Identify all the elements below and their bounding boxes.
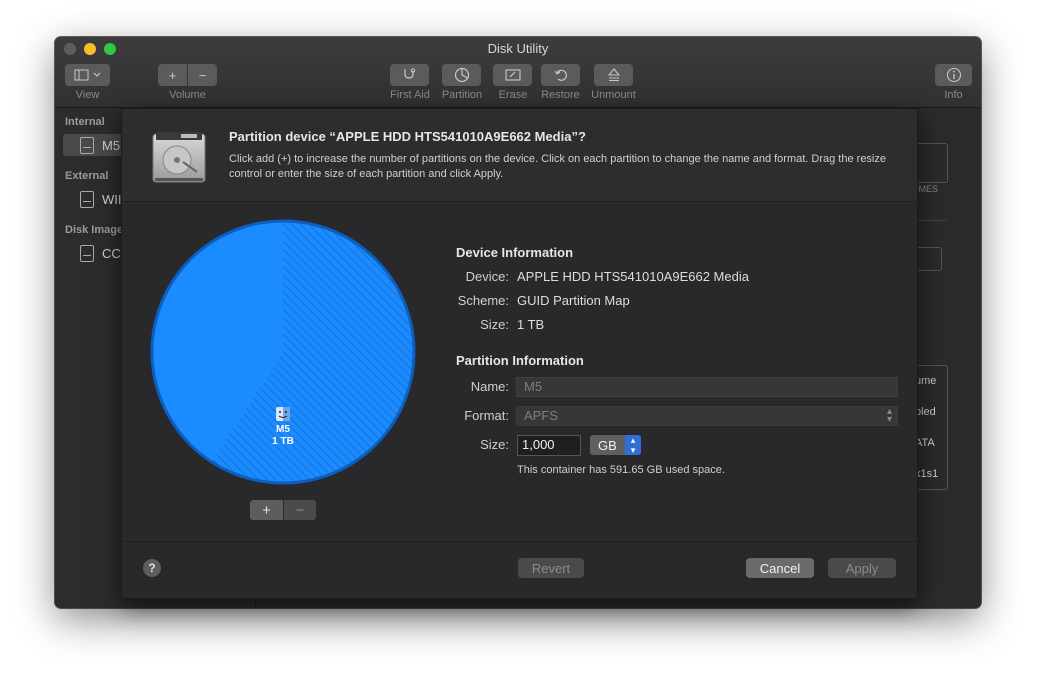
hard-drive-icon — [151, 128, 207, 186]
restore-button[interactable] — [541, 64, 580, 86]
device-size-label: Size: — [480, 317, 509, 332]
plus-icon: + — [168, 67, 177, 83]
help-button[interactable]: ? — [143, 559, 161, 577]
sidebar-item-external[interactable]: WII — [63, 188, 122, 210]
disk-icon — [80, 136, 94, 154]
sidebar-item-label: WII — [102, 191, 122, 207]
info-row-type: ume — [915, 375, 937, 387]
sidebar-header-external: External — [65, 170, 109, 182]
revert-button[interactable]: Revert — [518, 558, 584, 578]
minus-icon: − — [295, 501, 305, 519]
toolbar: Disk Utility View + − Volume First Aid P… — [55, 37, 981, 108]
first-aid-label: First Aid — [390, 89, 430, 101]
stethoscope-icon — [402, 68, 418, 82]
info-button[interactable] — [935, 64, 972, 86]
eject-icon — [607, 68, 620, 82]
device-label: Device: — [465, 269, 509, 284]
updown-chevron-icon: ▴ ▾ — [625, 435, 641, 455]
unmount-label: Unmount — [591, 89, 636, 101]
footer-divider — [122, 541, 917, 542]
scheme-value: GUID Partition Map — [517, 293, 630, 308]
add-volume-button[interactable]: + — [158, 64, 187, 86]
remove-partition-button[interactable]: − — [284, 500, 316, 520]
info-row-owners: bled — [915, 406, 936, 418]
erase-button[interactable] — [493, 64, 532, 86]
partition-pie-chart[interactable]: M5 1 TB — [149, 218, 417, 486]
erase-disk-icon — [504, 68, 521, 82]
partition-button[interactable] — [442, 64, 481, 86]
disk-icon — [80, 190, 94, 208]
add-partition-button[interactable]: + — [250, 500, 283, 520]
device-info-heading: Device Information — [456, 245, 574, 260]
format-value: APFS — [524, 408, 558, 423]
cancel-button[interactable]: Cancel — [746, 558, 814, 578]
sidebar-item-disk-image[interactable]: CC — [63, 242, 121, 264]
restore-arrow-icon — [554, 68, 568, 82]
finder-icon — [275, 406, 291, 422]
view-label: View — [75, 89, 100, 101]
info-icon — [946, 67, 962, 83]
format-popup[interactable]: APFS ▴ ▾ — [516, 406, 898, 426]
sidebar-header-disk-images: Disk Image — [65, 224, 124, 236]
sidebar-item-label: CC — [102, 245, 121, 261]
restore-label: Restore — [541, 89, 580, 101]
sheet-description: Click add (+) to increase the number of … — [229, 153, 886, 180]
partition-name-field[interactable]: M5 — [516, 377, 898, 397]
partition-sheet: Partition device “APPLE HDD HTS541010A9E… — [121, 108, 918, 599]
erase-label: Erase — [498, 89, 528, 101]
plus-icon: + — [262, 501, 271, 519]
partition-size-input[interactable]: 1,000 — [517, 435, 581, 456]
updown-chevron-icon: ▴ ▾ — [886, 406, 892, 425]
window-title: Disk Utility — [487, 41, 549, 56]
view-button[interactable] — [65, 64, 110, 86]
partition-info-heading: Partition Information — [456, 353, 584, 368]
device-value: APPLE HDD HTS541010A9E662 Media — [517, 269, 749, 284]
partition-size-label: 1 TB — [272, 436, 294, 447]
unmount-button[interactable] — [594, 64, 633, 86]
size-unit-value: GB — [598, 437, 617, 453]
scheme-label: Scheme: — [457, 293, 509, 308]
first-aid-button[interactable] — [390, 64, 429, 86]
size-label: Size: — [480, 437, 509, 452]
sidebar-icon — [74, 69, 102, 81]
used-space-note: This container has 591.65 GB used space. — [517, 464, 725, 476]
volume-label: Volume — [169, 89, 206, 101]
sheet-title: Partition device “APPLE HDD HTS541010A9E… — [229, 129, 586, 144]
device-size-value: 1 TB — [517, 317, 545, 332]
partition-name-label: M5 — [276, 424, 290, 435]
info-row-device: k1s1 — [915, 468, 939, 480]
disk-icon — [80, 244, 94, 262]
minus-icon: − — [198, 67, 207, 83]
sheet-header: Partition device “APPLE HDD HTS541010A9E… — [122, 109, 917, 202]
info-label: Info — [944, 89, 963, 101]
size-unit-popup[interactable]: GB ▴ ▾ — [590, 435, 641, 455]
partition-label: Partition — [441, 89, 483, 101]
name-label: Name: — [470, 379, 509, 394]
apply-button[interactable]: Apply — [828, 558, 896, 578]
pie-chart-icon — [454, 67, 470, 83]
remove-volume-button[interactable]: − — [188, 64, 217, 86]
format-label: Format: — [464, 408, 509, 423]
sidebar-header-internal: Internal — [65, 116, 105, 128]
sidebar-item-label: M5 — [102, 137, 121, 153]
